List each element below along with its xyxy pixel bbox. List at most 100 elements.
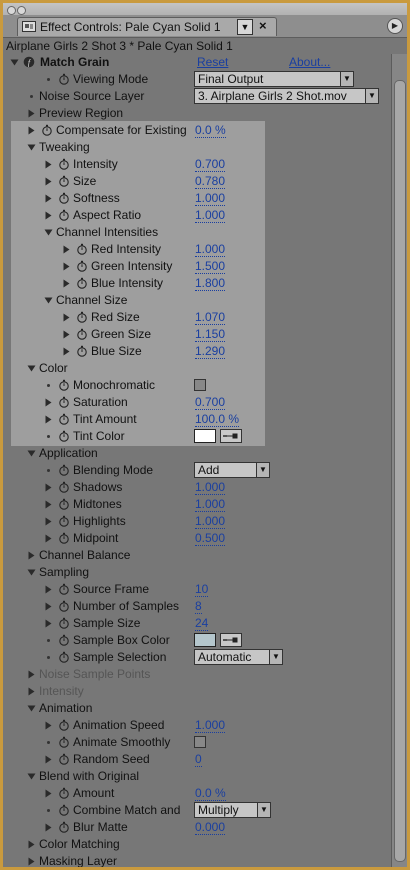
- property-row-sample-size[interactable]: Sample Size 24: [3, 615, 391, 632]
- property-value[interactable]: 1.070: [195, 310, 226, 325]
- tab-effect-controls[interactable]: Effect Controls: Pale Cyan Solid 1 ▼ ×: [17, 17, 277, 36]
- expand-arrow[interactable]: [44, 789, 53, 798]
- property-value[interactable]: 100.0 %: [195, 412, 240, 427]
- property-row-blue-size[interactable]: Blue Size 1.290: [3, 343, 391, 360]
- property-row-tint-amount[interactable]: Tint Amount 100.0 %: [3, 411, 391, 428]
- property-value[interactable]: 0.700: [195, 157, 226, 172]
- property-value[interactable]: 1.000: [195, 718, 226, 733]
- property-value[interactable]: 0.780: [195, 174, 226, 189]
- stopwatch-icon[interactable]: [58, 192, 70, 204]
- stopwatch-icon[interactable]: [76, 243, 88, 255]
- expand-arrow[interactable]: [44, 721, 53, 730]
- property-row-tint-color[interactable]: Tint Color: [3, 428, 391, 445]
- property-value[interactable]: 0: [195, 752, 202, 767]
- expand-arrow[interactable]: [44, 517, 53, 526]
- collapse-arrow[interactable]: [27, 568, 36, 577]
- stopwatch-icon[interactable]: [58, 515, 70, 527]
- eyedropper-icon[interactable]: [220, 429, 242, 443]
- property-value[interactable]: 10: [195, 582, 209, 597]
- expand-arrow[interactable]: [62, 330, 71, 339]
- property-row-animation[interactable]: Animation: [3, 700, 391, 717]
- property-row-combine-match-and[interactable]: Combine Match and Multiply ▼: [3, 802, 391, 819]
- property-row-saturation[interactable]: Saturation 0.700: [3, 394, 391, 411]
- stopwatch-icon[interactable]: [58, 464, 70, 476]
- stopwatch-icon[interactable]: [58, 379, 70, 391]
- property-value[interactable]: 1.150: [195, 327, 226, 342]
- expand-arrow[interactable]: [27, 687, 36, 696]
- color-swatch[interactable]: [194, 633, 216, 647]
- property-dropdown[interactable]: Automatic ▼: [194, 649, 283, 665]
- property-row-amount[interactable]: Amount 0.0 %: [3, 785, 391, 802]
- property-checkbox[interactable]: [194, 379, 206, 391]
- stopwatch-icon[interactable]: [58, 719, 70, 731]
- collapse-arrow[interactable]: [44, 296, 53, 305]
- effect-row-match-grain[interactable]: f Match Grain Reset About...: [3, 54, 391, 71]
- property-value[interactable]: 8: [195, 599, 202, 614]
- expand-arrow[interactable]: [44, 211, 53, 220]
- expand-arrow[interactable]: [44, 483, 53, 492]
- fx-toggle-icon[interactable]: f: [23, 56, 35, 68]
- expand-arrow[interactable]: [62, 245, 71, 254]
- expand-arrow[interactable]: [44, 500, 53, 509]
- color-swatch[interactable]: [194, 429, 216, 443]
- property-row-preview-region[interactable]: Preview Region: [3, 105, 391, 122]
- property-dropdown[interactable]: Multiply ▼: [194, 802, 271, 818]
- property-row-tweaking[interactable]: Tweaking: [3, 139, 391, 156]
- property-row-channel-size[interactable]: Channel Size: [3, 292, 391, 309]
- expand-arrow[interactable]: [62, 279, 71, 288]
- property-row-animate-smoothly[interactable]: Animate Smoothly: [3, 734, 391, 751]
- property-row-green-intensity[interactable]: Green Intensity 1.500: [3, 258, 391, 275]
- property-checkbox[interactable]: [194, 736, 206, 748]
- window-zoom-dot[interactable]: [17, 6, 26, 15]
- stopwatch-icon[interactable]: [58, 583, 70, 595]
- property-value[interactable]: 0.0 %: [195, 786, 226, 801]
- property-row-number-of-samples[interactable]: Number of Samples 8: [3, 598, 391, 615]
- stopwatch-icon[interactable]: [76, 311, 88, 323]
- property-value[interactable]: 1.000: [195, 497, 226, 512]
- property-row-source-frame[interactable]: Source Frame 10: [3, 581, 391, 598]
- expand-arrow[interactable]: [44, 602, 53, 611]
- property-row-sample-box-color[interactable]: Sample Box Color: [3, 632, 391, 649]
- property-row-aspect-ratio[interactable]: Aspect Ratio 1.000: [3, 207, 391, 224]
- scrollbar-thumb[interactable]: [394, 80, 406, 862]
- expand-arrow[interactable]: [27, 840, 36, 849]
- stopwatch-icon[interactable]: [58, 209, 70, 221]
- property-row-softness[interactable]: Softness 1.000: [3, 190, 391, 207]
- expand-arrow[interactable]: [44, 755, 53, 764]
- expand-arrow[interactable]: [44, 160, 53, 169]
- collapse-arrow[interactable]: [27, 772, 36, 781]
- collapse-arrow[interactable]: [27, 364, 36, 373]
- property-row-red-intensity[interactable]: Red Intensity 1.000: [3, 241, 391, 258]
- stopwatch-icon[interactable]: [58, 617, 70, 629]
- stopwatch-icon[interactable]: [58, 634, 70, 646]
- expand-arrow[interactable]: [27, 109, 36, 118]
- stopwatch-icon[interactable]: [58, 753, 70, 765]
- property-value[interactable]: 0.700: [195, 395, 226, 410]
- property-dropdown[interactable]: Final Output ▼: [194, 71, 354, 87]
- reset-button[interactable]: Reset: [197, 55, 228, 69]
- stopwatch-icon[interactable]: [58, 736, 70, 748]
- property-value[interactable]: 1.000: [195, 242, 226, 257]
- property-row-red-size[interactable]: Red Size 1.070: [3, 309, 391, 326]
- expand-arrow[interactable]: [44, 619, 53, 628]
- property-row-intensity[interactable]: Intensity: [3, 683, 391, 700]
- expand-arrow[interactable]: [44, 398, 53, 407]
- collapse-arrow[interactable]: [27, 704, 36, 713]
- stopwatch-icon[interactable]: [41, 124, 53, 136]
- property-row-blur-matte[interactable]: Blur Matte 0.000: [3, 819, 391, 836]
- property-row-blending-mode[interactable]: Blending Mode Add ▼: [3, 462, 391, 479]
- property-row-channel-balance[interactable]: Channel Balance: [3, 547, 391, 564]
- property-dropdown[interactable]: 3. Airplane Girls 2 Shot.mov ▼: [194, 88, 379, 104]
- collapse-arrow[interactable]: [44, 228, 53, 237]
- property-value[interactable]: 1.000: [195, 480, 226, 495]
- expand-arrow[interactable]: [44, 534, 53, 543]
- property-row-viewing-mode[interactable]: Viewing Mode Final Output ▼: [3, 71, 391, 88]
- collapse-arrow[interactable]: [27, 143, 36, 152]
- stopwatch-icon[interactable]: [58, 396, 70, 408]
- expand-arrow[interactable]: [44, 177, 53, 186]
- tab-menu-button[interactable]: ▼: [237, 19, 253, 35]
- stopwatch-icon[interactable]: [58, 481, 70, 493]
- property-value[interactable]: 1.800: [195, 276, 226, 291]
- stopwatch-icon[interactable]: [58, 175, 70, 187]
- stopwatch-icon[interactable]: [58, 73, 70, 85]
